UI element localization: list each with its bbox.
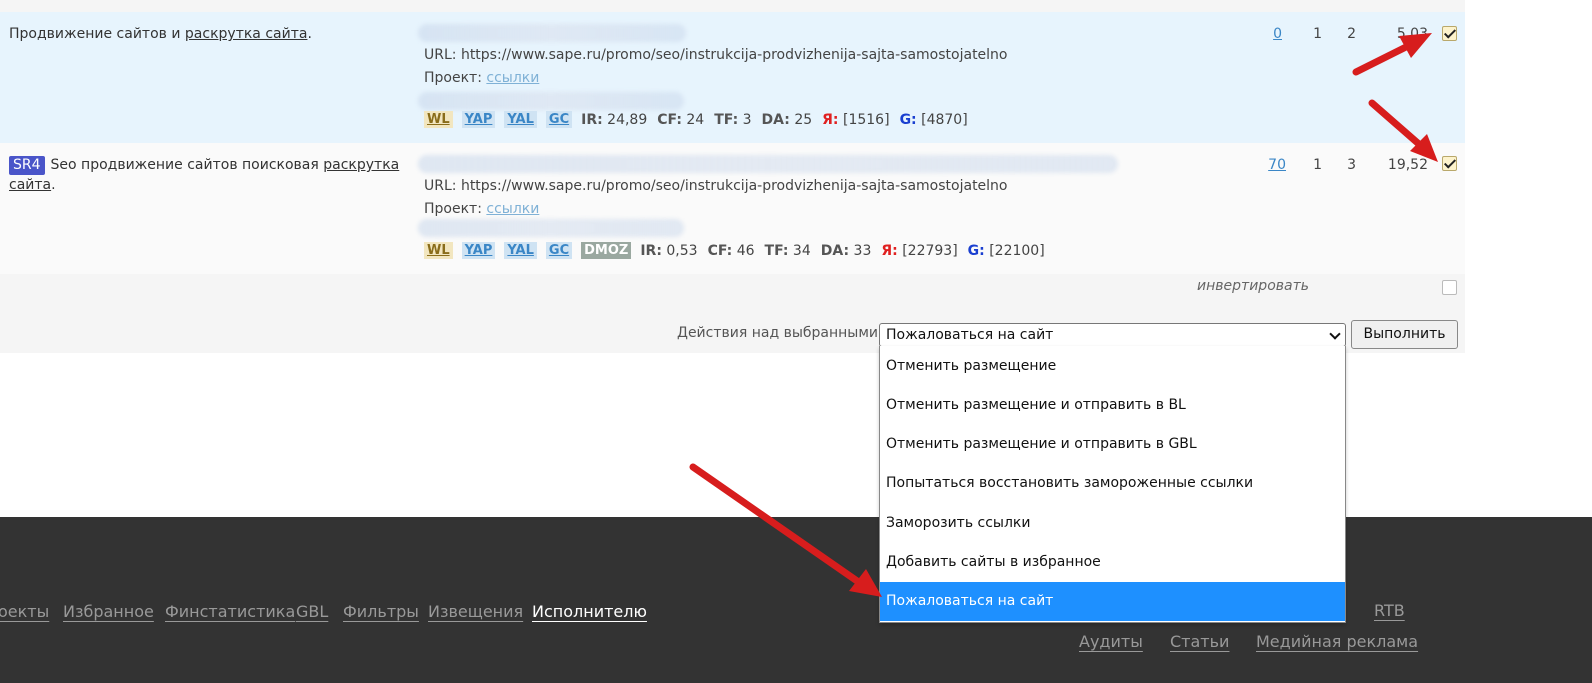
footer-link-rtb[interactable]: RTB: [1374, 601, 1405, 620]
dropdown-option[interactable]: Отменить размещение и отправить в GBL: [880, 425, 1345, 464]
metrics-line: WL YAP YAL GC IR: 24,89 CF: 24 TF: 3 DA:…: [424, 111, 978, 128]
chevron-down-icon: [1329, 328, 1341, 340]
table-row: SR4 Seo продвижение сайтов поисковая раск…: [0, 143, 1465, 274]
row-project: Проект: ссылки: [424, 201, 540, 217]
blurred-anchor: [418, 24, 686, 42]
metric-da: DA: 25: [761, 111, 813, 128]
table-row: Продвижение сайтов и раскрутка сайта. UR…: [0, 12, 1465, 143]
tag-wl[interactable]: WL: [424, 111, 453, 128]
title-link[interactable]: раскрутка сайта: [185, 26, 308, 42]
metric-yandex: Я: [22793]: [881, 242, 958, 259]
tag-gc[interactable]: GC: [545, 111, 573, 128]
footer-link-articles[interactable]: Статьи: [1170, 632, 1229, 651]
footer-link-notices[interactable]: Извещения: [428, 602, 523, 621]
count-cell: 2: [1347, 26, 1356, 42]
dropdown-option-selected[interactable]: Пожаловаться на сайт: [880, 582, 1345, 621]
dropdown-option[interactable]: Заморозить ссылки: [880, 504, 1345, 543]
metric-google: G: [22100]: [967, 242, 1045, 259]
footer: оекты Избранное Финстатистика GBL Фильтр…: [0, 517, 1592, 683]
footer-link-projects[interactable]: оекты: [0, 602, 49, 621]
row-checkbox[interactable]: [1442, 26, 1457, 41]
tag-yap[interactable]: YAP: [461, 111, 496, 128]
metric-cf: CF: 46: [707, 242, 755, 259]
footer-link-filters[interactable]: Фильтры: [343, 602, 419, 621]
title-link[interactable]: сайта: [9, 177, 51, 193]
count-cell: 3: [1347, 157, 1356, 173]
footer-link-finstat[interactable]: Финстатистика: [165, 602, 295, 621]
metric-ir: IR: 24,89: [581, 111, 648, 128]
tag-yap[interactable]: YAP: [461, 242, 496, 259]
sr-badge: SR4: [9, 156, 45, 175]
tag-gc[interactable]: GC: [545, 242, 573, 259]
metric-yandex: Я: [1516]: [822, 111, 890, 128]
count-cell: 1: [1313, 157, 1322, 173]
row-url: URL: https://www.sape.ru/promo/seo/instr…: [424, 178, 1008, 194]
title-link[interactable]: раскрутка: [323, 157, 399, 173]
project-link[interactable]: ссылки: [486, 201, 539, 217]
results-table: Продвижение сайтов и раскрутка сайта. UR…: [0, 0, 1465, 353]
actions-select-value: Пожаловаться на сайт: [886, 327, 1054, 343]
actions-select[interactable]: Пожаловаться на сайт: [879, 323, 1346, 347]
footer-link-audits[interactable]: Аудиты: [1079, 632, 1143, 651]
actions-label: Действия над выбранными:: [677, 325, 883, 341]
site-title: Продвижение сайтов и раскрутка сайта.: [9, 26, 312, 42]
footer-link-favorites[interactable]: Избранное: [63, 602, 154, 621]
dropdown-option[interactable]: Отменить размещение и отправить в BL: [880, 386, 1345, 425]
price-cell: 19,52: [1387, 157, 1428, 173]
blurred-text: [418, 219, 684, 237]
dropdown-option[interactable]: Добавить сайты в избранное: [880, 543, 1345, 582]
tag-dmoz[interactable]: DMOZ: [581, 242, 632, 259]
metrics-line: WL YAP YAL GC DMOZ IR: 0,53 CF: 46 TF: 3…: [424, 242, 1055, 259]
row-project: Проект: ссылки: [424, 70, 540, 86]
blurred-text: [418, 92, 684, 110]
tag-yal[interactable]: YAL: [504, 111, 537, 128]
actions-dropdown-list: Отменить размещение Отменить размещение …: [879, 346, 1346, 623]
footer-link-gbl[interactable]: GBL: [296, 602, 328, 621]
tag-wl[interactable]: WL: [424, 242, 453, 259]
count-cell: 1: [1313, 26, 1322, 42]
project-link[interactable]: ссылки: [486, 70, 539, 86]
dropdown-option[interactable]: Попытаться восстановить замороженные ссы…: [880, 464, 1345, 503]
execute-button[interactable]: Выполнить: [1351, 320, 1458, 349]
dropdown-option[interactable]: Отменить размещение: [880, 347, 1345, 386]
metric-cf: CF: 24: [657, 111, 705, 128]
tag-yal[interactable]: YAL: [504, 242, 537, 259]
footer-link-media-ads[interactable]: Медийная реклама: [1256, 632, 1418, 651]
metric-tf: TF: 34: [764, 242, 811, 259]
site-title: SR4 Seo продвижение сайтов поисковая раск…: [9, 156, 400, 193]
invert-checkbox[interactable]: [1442, 280, 1457, 295]
blurred-anchor: [418, 155, 1118, 173]
metric-google: G: [4870]: [899, 111, 968, 128]
invert-label: инвертировать: [1197, 278, 1309, 294]
metric-da: DA: 33: [820, 242, 872, 259]
row-checkbox[interactable]: [1442, 156, 1457, 171]
row-url: URL: https://www.sape.ru/promo/seo/instr…: [424, 47, 1008, 63]
price-cell: 5,03: [1396, 26, 1428, 42]
metric-ir: IR: 0,53: [640, 242, 698, 259]
metric-tf: TF: 3: [714, 111, 752, 128]
count-link[interactable]: 0: [1262, 26, 1282, 42]
count-link[interactable]: 70: [1258, 157, 1286, 173]
footer-link-performer[interactable]: Исполнителю: [532, 602, 647, 621]
